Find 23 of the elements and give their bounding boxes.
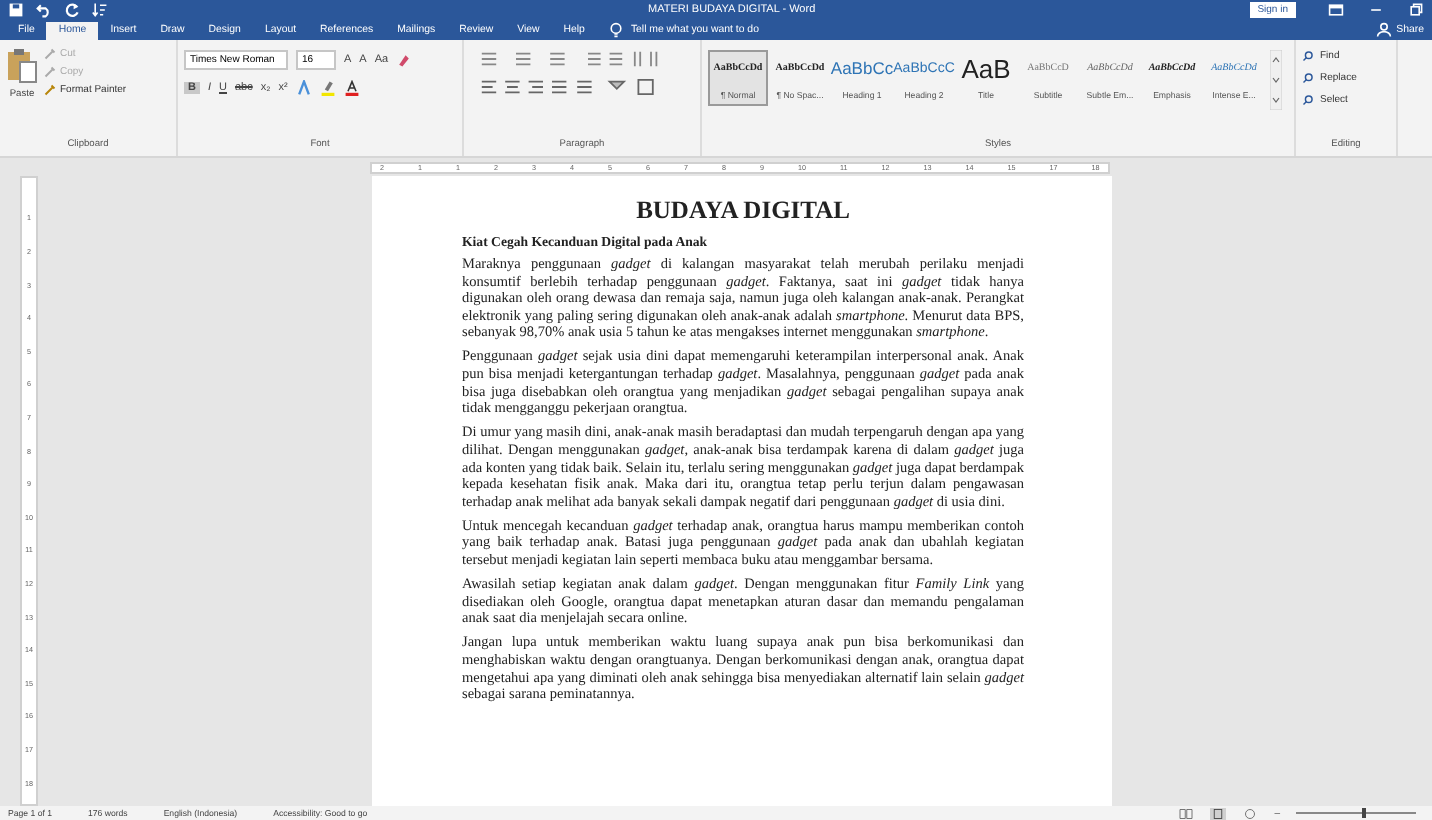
highlight-icon[interactable]: [319, 80, 336, 96]
command-icon: [1302, 94, 1314, 106]
document-title: BUDAYA DIGITAL: [634, 196, 852, 226]
command-icon: [1302, 72, 1314, 84]
redo-icon[interactable]: [64, 2, 80, 18]
sort-icon[interactable]: [92, 2, 108, 18]
text-effects-icon[interactable]: [295, 80, 312, 96]
print-layout-icon[interactable]: [1210, 807, 1227, 819]
save-icon[interactable]: [8, 2, 24, 18]
person-icon: [1376, 22, 1393, 38]
command-icon: [44, 66, 56, 78]
clipboard-icon: [6, 46, 38, 86]
restore-icon[interactable]: [1408, 2, 1424, 18]
read-mode-icon[interactable]: [1178, 807, 1195, 819]
font-color-icon[interactable]: [343, 80, 360, 96]
web-layout-icon[interactable]: [1242, 807, 1259, 819]
clear-format-icon[interactable]: [396, 52, 413, 68]
gallery-scroll-icon[interactable]: [1270, 50, 1282, 110]
undo-icon[interactable]: [36, 2, 52, 18]
ribbon-display-icon[interactable]: [1328, 2, 1344, 18]
command-icon: [44, 48, 56, 60]
command-icon: [1302, 50, 1314, 62]
command-icon: [44, 84, 56, 96]
